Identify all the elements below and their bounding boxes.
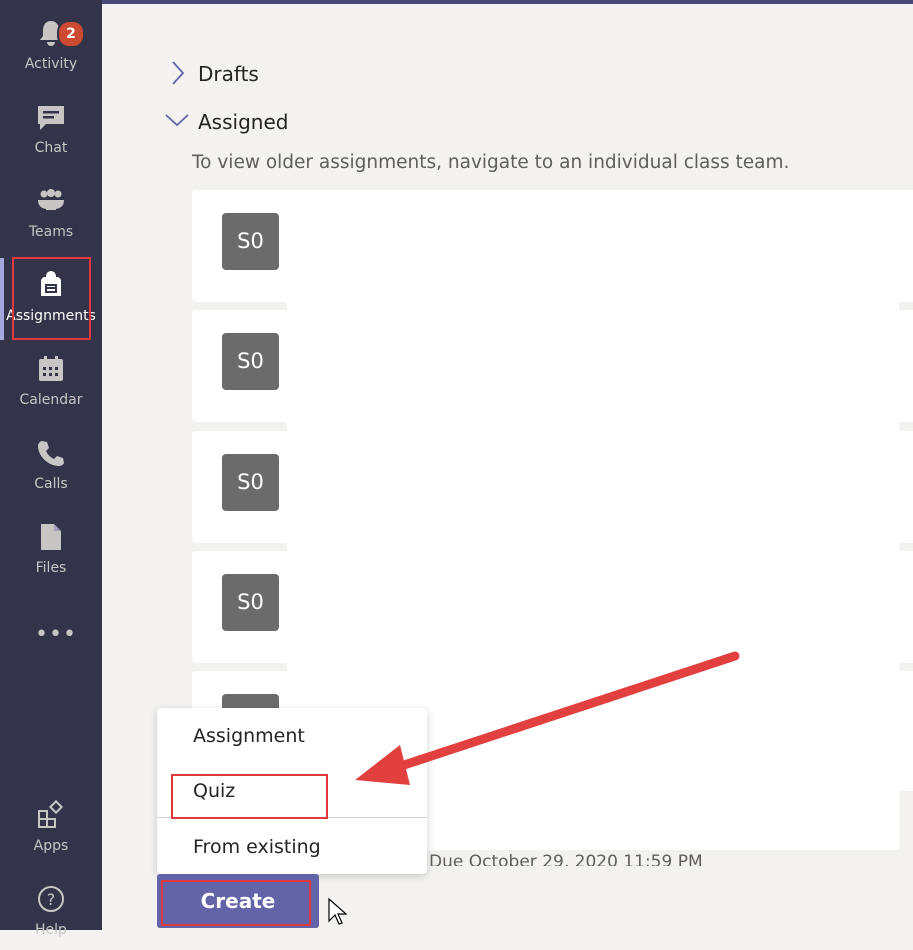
menu-item-from-existing[interactable]: From existing xyxy=(193,836,321,858)
phone-icon xyxy=(38,441,64,466)
rail-label: Calls xyxy=(34,476,68,492)
create-highlight-box xyxy=(161,880,311,926)
quiz-highlight-box xyxy=(171,774,328,819)
rail-label: Help xyxy=(35,922,67,938)
rail-item-calls[interactable]: Calls xyxy=(0,430,102,504)
app-rail: 2 Activity Chat Teams Assignments Calend… xyxy=(0,0,102,938)
rail-label: Activity xyxy=(24,56,78,72)
rail-item-help[interactable]: ? Help xyxy=(0,876,102,950)
class-avatar: S0 xyxy=(222,574,279,631)
chevron-right-icon[interactable] xyxy=(170,60,186,86)
rail-label: Calendar xyxy=(19,392,83,408)
rail-label: Apps xyxy=(33,838,69,854)
rail-item-files[interactable]: Files xyxy=(0,514,102,588)
annotation-arrow-icon xyxy=(355,651,740,785)
rail-item-teams[interactable]: Teams xyxy=(0,178,102,252)
apps-icon xyxy=(38,800,64,828)
class-avatar: S0 xyxy=(222,213,279,270)
calendar-icon xyxy=(39,356,63,381)
rail-item-apps[interactable]: Apps xyxy=(0,792,102,866)
svg-text:?: ? xyxy=(47,890,56,909)
assigned-header[interactable]: Assigned xyxy=(198,110,288,134)
help-icon: ? xyxy=(38,886,64,912)
file-icon xyxy=(41,524,61,550)
notification-badge: 2 xyxy=(57,20,85,48)
rail-item-chat[interactable]: Chat xyxy=(0,94,102,168)
menu-item-assignment[interactable]: Assignment xyxy=(193,725,305,747)
more-apps-icon[interactable]: ••• xyxy=(35,622,77,647)
older-assignments-hint: To view older assignments, navigate to a… xyxy=(192,152,790,173)
assignments-highlight-box xyxy=(12,257,91,340)
mouse-cursor-icon xyxy=(328,897,347,925)
teams-icon xyxy=(38,189,64,210)
rail-item-activity[interactable]: 2 Activity xyxy=(0,10,102,84)
class-avatar: S0 xyxy=(222,333,279,390)
drafts-header[interactable]: Drafts xyxy=(198,62,259,86)
rail-label: Files xyxy=(35,560,67,576)
due-date-peek: 01 Due October 29, 2020 11:59 PM xyxy=(402,852,703,866)
class-avatar: S0 xyxy=(222,454,279,511)
rail-item-calendar[interactable]: Calendar xyxy=(0,346,102,420)
rail-label: Chat xyxy=(34,140,68,156)
chevron-down-icon[interactable] xyxy=(164,112,190,128)
rail-label: Teams xyxy=(28,224,74,240)
chat-icon xyxy=(38,106,64,130)
